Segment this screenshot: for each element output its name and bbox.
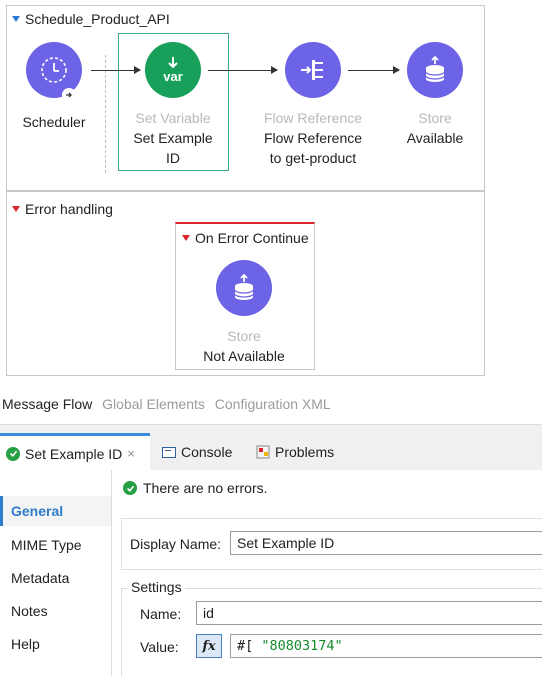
node-type: Flow Reference <box>263 110 363 126</box>
name-label: Name: <box>140 606 182 622</box>
display-name-label: Display Name: <box>130 536 222 552</box>
error-handling-title[interactable]: Error handling <box>12 201 113 217</box>
validation-status: There are no errors. <box>123 480 268 496</box>
general-settings: There are no errors. Display Name: Set E… <box>113 470 542 676</box>
problems-icon <box>256 445 270 459</box>
store-icon <box>216 260 272 316</box>
node-type: Store <box>418 110 452 126</box>
scope-title[interactable]: On Error Continue <box>182 230 309 246</box>
node-flow-reference[interactable]: Flow Reference Flow Reference to get-pro… <box>258 42 368 168</box>
sidebar-item-help[interactable]: Help <box>0 629 111 659</box>
node-set-variable[interactable]: var Set Variable Set Example ID <box>118 42 228 168</box>
tab-message-flow[interactable]: Message Flow <box>2 396 92 412</box>
fx-toggle-button[interactable]: fx <box>196 634 222 658</box>
collapse-triangle-icon[interactable] <box>12 16 20 22</box>
name-field[interactable]: id <box>196 601 542 625</box>
node-name: Flow Reference to get-product <box>263 130 363 166</box>
node-type: Set Variable <box>135 110 211 126</box>
value-expression-field[interactable]: #[ "80803174" <box>230 634 542 658</box>
tab-console[interactable]: Console <box>162 433 232 471</box>
node-type: Store <box>227 328 261 344</box>
properties-sidebar: General MIME Type Metadata Notes Help <box>0 470 112 676</box>
flow-title[interactable]: Schedule_Product_API <box>12 11 170 27</box>
console-icon <box>162 446 176 458</box>
tab-configuration-xml[interactable]: Configuration XML <box>215 396 331 412</box>
settings-group: Settings Name: id Value: fx #[ "80803174… <box>121 579 542 676</box>
sidebar-item-metadata[interactable]: Metadata <box>0 563 111 593</box>
check-icon <box>123 481 137 495</box>
display-name-field[interactable]: Set Example ID <box>230 531 542 555</box>
check-icon <box>6 446 20 461</box>
settings-title: Settings <box>128 579 185 595</box>
sidebar-item-general[interactable]: General <box>0 496 111 526</box>
clock-icon <box>26 42 82 102</box>
panel-tab-bar: Set Example ID × Console Problems <box>0 424 542 471</box>
tab-set-example-id[interactable]: Set Example ID × <box>0 433 150 471</box>
node-name: Scheduler <box>22 114 86 130</box>
var-icon: var <box>145 42 201 98</box>
node-scheduler[interactable]: Scheduler <box>0 42 109 132</box>
node-name: Not Available <box>203 348 285 364</box>
tab-global-elements[interactable]: Global Elements <box>102 396 205 412</box>
value-label: Value: <box>140 639 179 655</box>
tab-problems[interactable]: Problems <box>256 433 334 471</box>
sidebar-item-mime-type[interactable]: MIME Type <box>0 530 111 560</box>
source-arrow-icon <box>62 88 76 102</box>
store-icon <box>407 42 463 98</box>
sidebar-item-notes[interactable]: Notes <box>0 596 111 626</box>
flow-ref-icon <box>285 42 341 98</box>
collapse-triangle-icon[interactable] <box>12 206 20 212</box>
node-store-available[interactable]: Store Available <box>380 42 490 148</box>
editor-tabs: Message Flow Global Elements Configurati… <box>2 396 337 412</box>
properties-panel: Set Example ID × Console Problems Genera… <box>0 424 542 676</box>
display-name-group: Display Name: Set Example ID <box>121 518 542 570</box>
node-name: Available <box>406 130 464 146</box>
node-name: Set Example ID <box>133 130 213 166</box>
node-store-not-available[interactable]: Store Not Available <box>189 260 299 366</box>
close-icon[interactable]: × <box>127 446 135 461</box>
collapse-triangle-icon[interactable] <box>182 235 190 241</box>
